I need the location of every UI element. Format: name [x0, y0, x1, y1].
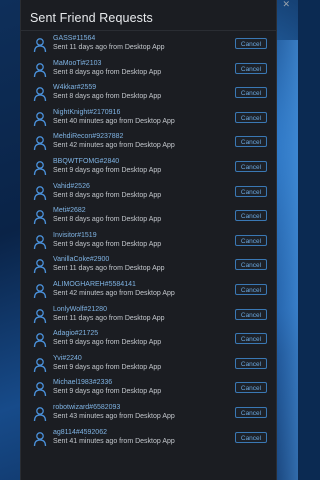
request-status: Sent 9 days ago from Desktop App — [53, 339, 162, 347]
request-status: Sent 9 days ago from Desktop App — [53, 388, 162, 396]
cancel-request-button[interactable]: Cancel — [235, 160, 267, 172]
cancel-request-button[interactable]: Cancel — [235, 431, 267, 443]
request-row: ALIMOGHAREH#5584141 Sent 42 minutes ago … — [21, 279, 276, 304]
request-username: Meti#2682 — [53, 207, 86, 215]
request-row: W4kkar#2559 Sent 8 days ago from Desktop… — [21, 82, 276, 107]
request-status: Sent 11 days ago from Desktop App — [53, 265, 165, 273]
request-row: ag8114#4592062 Sent 41 minutes ago from … — [21, 427, 276, 452]
request-status: Sent 41 minutes ago from Desktop App — [53, 437, 175, 445]
request-username: BBQWTFOMG#2840 — [53, 157, 120, 165]
request-username: VanillaCoke#2900 — [53, 256, 110, 264]
cancel-request-button[interactable]: Cancel — [235, 333, 267, 345]
cancel-request-button[interactable]: Cancel — [235, 357, 267, 369]
cancel-request-button[interactable]: Cancel — [235, 259, 267, 271]
request-username: NightKnight#2170916 — [53, 108, 121, 116]
request-status: Sent 9 days ago from Desktop App — [53, 166, 162, 174]
cancel-request-button[interactable]: Cancel — [235, 283, 267, 295]
user-icon — [33, 136, 47, 151]
cancel-request-button[interactable]: Cancel — [235, 38, 267, 49]
window-title: Sent Friend Requests — [30, 11, 153, 25]
request-status: Sent 11 days ago from Desktop App — [53, 314, 165, 322]
request-row: NightKnight#2170916 Sent 40 minutes ago … — [21, 107, 276, 132]
request-row: Meti#2682 Sent 8 days ago from Desktop A… — [21, 205, 276, 230]
request-username: GASS#11564 — [53, 35, 96, 42]
request-row: robotwizard#6582093 Sent 43 minutes ago … — [21, 402, 276, 427]
user-icon — [33, 382, 47, 397]
user-icon — [33, 38, 47, 53]
request-username: ag8114#4592062 — [53, 428, 107, 436]
request-status: Sent 43 minutes ago from Desktop App — [53, 412, 175, 420]
request-username: MaMooTi#2103 — [53, 59, 102, 67]
request-username: LonlyWolf#21280 — [53, 305, 107, 313]
request-row: Adagio#21725 Sent 9 days ago from Deskto… — [21, 328, 276, 353]
request-username: Michael1983#2336 — [53, 379, 113, 387]
cancel-request-button[interactable]: Cancel — [235, 62, 267, 74]
user-icon — [33, 431, 47, 446]
request-row: GASS#11564 Sent 11 days ago from Desktop… — [21, 33, 276, 58]
request-username: Yvi#2240 — [53, 354, 82, 362]
request-status: Sent 11 days ago from Desktop App — [53, 44, 165, 51]
user-icon — [33, 87, 47, 102]
user-icon — [33, 308, 47, 323]
request-status: Sent 42 minutes ago from Desktop App — [53, 289, 175, 297]
request-row: MaMooTi#2103 Sent 8 days ago from Deskto… — [21, 58, 276, 83]
user-icon — [33, 185, 47, 200]
request-status: Sent 9 days ago from Desktop App — [53, 363, 162, 371]
cancel-request-button[interactable]: Cancel — [235, 111, 267, 123]
title-divider — [21, 30, 276, 31]
cancel-request-button[interactable]: Cancel — [235, 234, 267, 246]
request-row: MehdiRecon#9237882 Sent 42 minutes ago f… — [21, 131, 276, 156]
user-icon — [33, 284, 47, 298]
request-row: VanillaCoke#2900 Sent 11 days ago from D… — [21, 254, 276, 279]
request-status: Sent 42 minutes ago from Desktop App — [53, 142, 175, 150]
cancel-request-button[interactable]: Cancel — [235, 308, 267, 320]
request-status: Sent 8 days ago from Desktop App — [53, 93, 162, 101]
request-username: MehdiRecon#9237882 — [53, 133, 124, 141]
request-username: W4kkar#2559 — [53, 84, 97, 92]
request-status: Sent 8 days ago from Desktop App — [53, 216, 162, 224]
user-icon — [33, 259, 47, 274]
request-row: Yvi#2240 Sent 9 days ago from Desktop Ap… — [21, 353, 276, 378]
sent-requests-window: Sent Friend Requests GASS#11564 Sent 11 … — [20, 0, 277, 480]
user-icon — [33, 161, 47, 176]
request-row: BBQWTFOMG#2840 Sent 9 days ago from Desk… — [21, 156, 276, 181]
user-icon — [33, 111, 47, 126]
cancel-request-button[interactable]: Cancel — [235, 382, 267, 394]
user-icon — [33, 234, 47, 249]
request-row: Invisitor#1519 Sent 9 days ago from Desk… — [21, 230, 276, 255]
request-username: Vahid#2526 — [53, 182, 90, 190]
request-row: Vahid#2526 Sent 8 days ago from Desktop … — [21, 181, 276, 206]
user-icon — [33, 333, 47, 348]
request-row: LonlyWolf#21280 Sent 11 days ago from De… — [21, 304, 276, 329]
request-username: robotwizard#6582093 — [53, 403, 121, 411]
request-status: Sent 8 days ago from Desktop App — [53, 68, 162, 76]
cancel-request-button[interactable]: Cancel — [235, 185, 267, 197]
cancel-request-button[interactable]: Cancel — [235, 210, 267, 222]
request-status: Sent 9 days ago from Desktop App — [53, 240, 162, 248]
request-username: ALIMOGHAREH#5584141 — [53, 280, 136, 288]
cancel-request-button[interactable]: Cancel — [235, 406, 267, 418]
request-status: Sent 8 days ago from Desktop App — [53, 191, 162, 199]
cancel-request-button[interactable]: Cancel — [235, 87, 267, 99]
request-list: GASS#11564 Sent 11 days ago from Desktop… — [21, 33, 276, 451]
request-username: Adagio#21725 — [53, 330, 99, 338]
request-row: Michael1983#2336 Sent 9 days ago from De… — [21, 377, 276, 402]
cancel-request-button[interactable]: Cancel — [235, 136, 267, 148]
user-icon — [33, 62, 47, 77]
user-icon — [33, 210, 47, 225]
user-icon — [33, 357, 47, 372]
request-username: Invisitor#1519 — [53, 231, 97, 239]
user-icon — [33, 407, 47, 421]
close-icon[interactable]: ✕ — [282, 0, 290, 9]
request-status: Sent 40 minutes ago from Desktop App — [53, 117, 175, 125]
